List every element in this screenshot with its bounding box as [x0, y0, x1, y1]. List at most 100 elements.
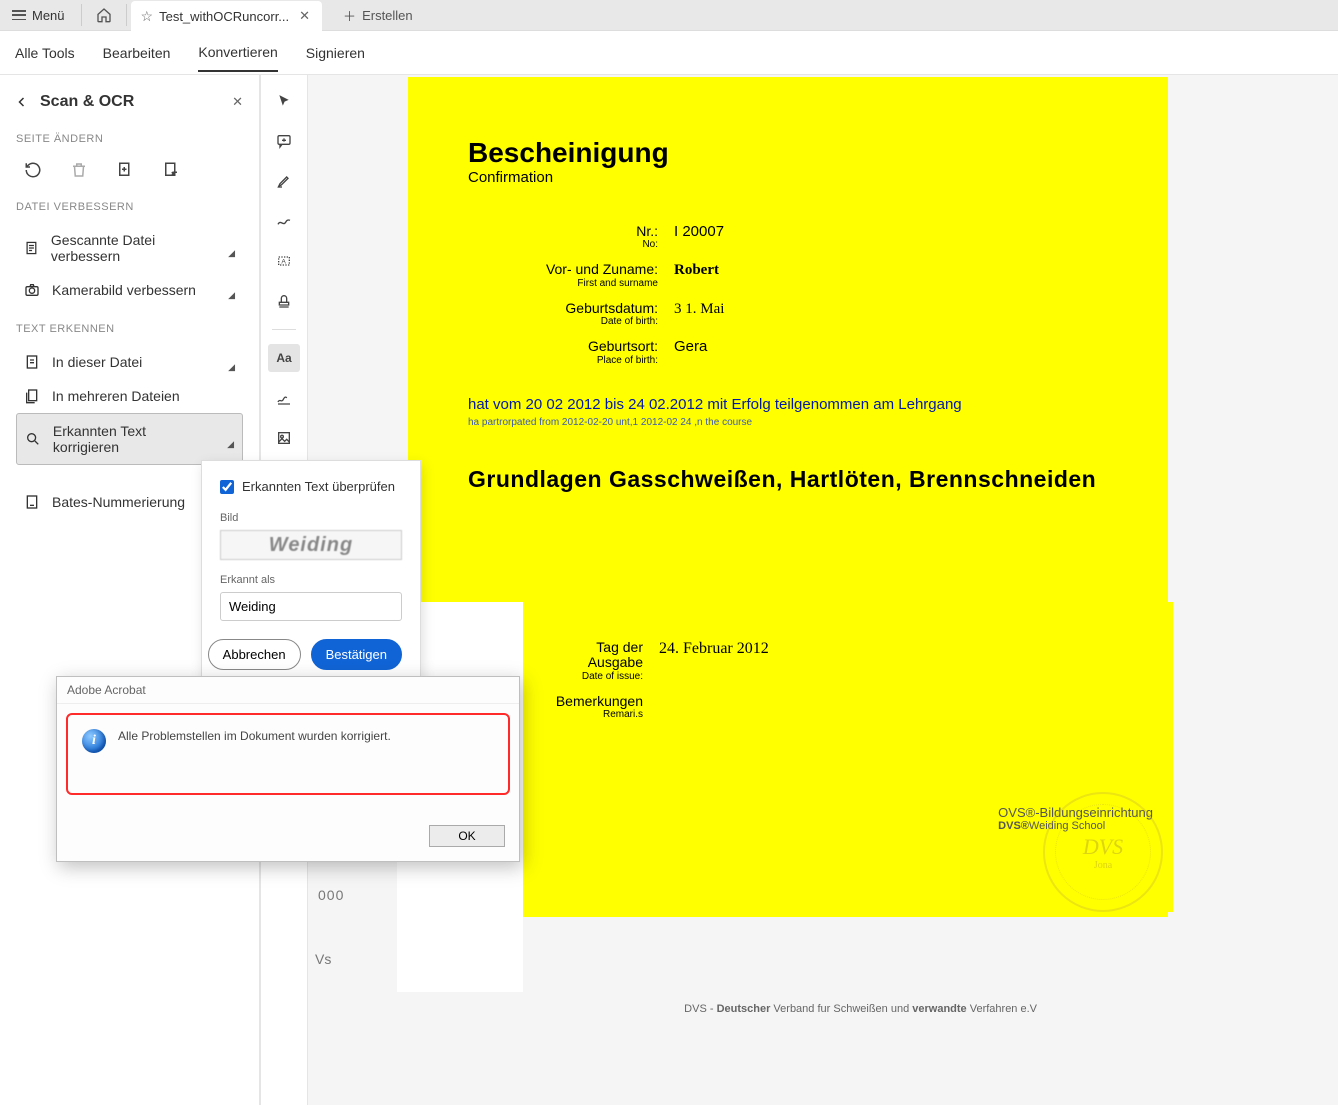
- toolbar: Alle Tools Bearbeiten Konvertieren Signi…: [0, 31, 1338, 75]
- recognize-multiple-label: In mehreren Dateien: [52, 388, 180, 404]
- back-icon[interactable]: [16, 96, 28, 108]
- review-checkbox[interactable]: [220, 480, 234, 494]
- toolbar-sign[interactable]: Signieren: [306, 35, 365, 71]
- cursor-tool[interactable]: [268, 87, 300, 115]
- issue-value: 24. Februar 2012: [659, 640, 769, 682]
- dialog-titlebar: Adobe Acrobat: [57, 677, 519, 704]
- new-tab-button[interactable]: ＋ Erstellen: [330, 2, 426, 28]
- document-scan-icon: [24, 240, 39, 256]
- document-tab[interactable]: ☆ Test_withOCRuncorr... ✕: [131, 1, 323, 32]
- divider: [126, 4, 127, 26]
- doc-heading: Bescheinigung: [468, 137, 1128, 169]
- improve-scanned[interactable]: Gescannte Datei verbessern ◢: [16, 223, 243, 273]
- section-change-page: SEITE ÄNDERN: [16, 133, 243, 145]
- close-panel-icon[interactable]: ✕: [232, 94, 243, 110]
- improve-scanned-label: Gescannte Datei verbessern: [51, 232, 216, 264]
- nr-value: I 20007: [674, 224, 724, 250]
- birth-label-en: Date of birth:: [468, 316, 658, 327]
- ocr-image-preview: Weiding: [220, 530, 402, 560]
- panel-title: Scan & OCR: [40, 93, 134, 111]
- divider: [81, 4, 82, 26]
- doc-subheading: Confirmation: [468, 169, 1128, 186]
- issue-label: Tag der Ausgabe: [588, 639, 643, 670]
- recognize-multiple-files[interactable]: In mehreren Dateien: [16, 379, 243, 413]
- home-icon: [96, 7, 112, 23]
- draw-tool[interactable]: [268, 207, 300, 235]
- chevron-icon: ◢: [228, 290, 235, 301]
- dialog-message: Alle Problemstellen im Dokument wurden k…: [118, 729, 391, 745]
- chevron-icon: ◢: [228, 248, 235, 259]
- text-tool[interactable]: Aa: [268, 344, 300, 372]
- menu-label: Menü: [32, 8, 65, 23]
- place-value: Gera: [674, 339, 707, 365]
- bates-icon: [24, 494, 40, 510]
- review-checkbox-row[interactable]: Erkannten Text überprüfen: [220, 479, 402, 494]
- titlebar: Menü ☆ Test_withOCRuncorr... ✕ ＋ Erstell…: [0, 0, 1338, 31]
- search-text-icon: [25, 431, 41, 447]
- rotate-icon[interactable]: [22, 159, 44, 181]
- nr-label-en: No:: [468, 239, 658, 250]
- para-de: hat vom 20 02 2012 bis 24 02.2012 mit Er…: [468, 396, 962, 413]
- document-viewport[interactable]: Bescheinigung Confirmation Nr.:No: I 200…: [308, 75, 1338, 1105]
- issue-label-en: Date of issue:: [553, 671, 643, 682]
- place-label-en: Place of birth:: [468, 355, 658, 366]
- delete-icon[interactable]: [68, 159, 90, 181]
- panel-header: Scan & OCR ✕: [16, 93, 243, 111]
- svg-text:A: A: [281, 259, 286, 266]
- place-label: Geburtsort:: [588, 338, 658, 354]
- comment-tool[interactable]: [268, 127, 300, 155]
- name-label: Vor- und Zuname:: [546, 261, 658, 277]
- document-page: Bescheinigung Confirmation Nr.:No: I 200…: [408, 77, 1168, 917]
- image-tool[interactable]: [268, 424, 300, 452]
- menu-button[interactable]: Menü: [0, 0, 77, 30]
- insert-page-icon[interactable]: [114, 159, 136, 181]
- star-icon: ☆: [141, 8, 154, 25]
- birth-value: 3 1. Mai: [674, 301, 724, 327]
- toolbar-convert[interactable]: Konvertieren: [198, 34, 277, 72]
- stamp-sub: Jona: [1094, 860, 1112, 871]
- name-label-en: First and surname: [468, 278, 658, 289]
- ok-button[interactable]: OK: [429, 825, 505, 847]
- signature-tool[interactable]: [268, 384, 300, 412]
- doc-footer: DVS - Deutscher Verband fur Schweißen un…: [523, 997, 1043, 1021]
- chevron-icon: ◢: [228, 362, 235, 373]
- recognize-this-label: In dieser Datei: [52, 354, 142, 370]
- close-icon[interactable]: ✕: [295, 8, 314, 24]
- improve-camera-label: Kamerabild verbessern: [52, 282, 196, 298]
- margin-text-2: Vs: [315, 951, 331, 967]
- remarks-label: Bemerkungen: [556, 693, 643, 709]
- toolbar-all-tools[interactable]: Alle Tools: [15, 35, 75, 71]
- review-checkbox-label: Erkannten Text überprüfen: [242, 479, 395, 494]
- margin-text-1: 000: [318, 887, 344, 903]
- files-icon: [24, 388, 40, 404]
- stamp-circle: DVS Jona: [1043, 792, 1163, 912]
- correct-text-label: Erkannten Text korrigieren: [53, 423, 215, 455]
- home-button[interactable]: [86, 0, 122, 30]
- plus-icon: ＋: [343, 6, 356, 25]
- recognize-this-file[interactable]: In dieser Datei ◢: [16, 345, 243, 379]
- recognized-input[interactable]: [220, 592, 402, 621]
- section-improve-file: DATEI VERBESSERN: [16, 201, 243, 213]
- highlight-tool[interactable]: [268, 167, 300, 195]
- extract-page-icon[interactable]: [160, 159, 182, 181]
- stamp-tool[interactable]: [268, 287, 300, 315]
- remarks-label-en: Remari.s: [553, 709, 643, 720]
- image-label: Bild: [220, 512, 402, 524]
- confirm-button[interactable]: Bestätigen: [311, 639, 402, 670]
- stamp-text: DVS: [1083, 834, 1123, 860]
- correct-recognized-text[interactable]: Erkannten Text korrigieren ◢: [16, 413, 243, 465]
- nr-label: Nr.:: [636, 223, 658, 239]
- birth-label: Geburtsdatum:: [565, 300, 658, 316]
- info-dialog: Adobe Acrobat i Alle Problemstellen im D…: [56, 676, 520, 862]
- toolbar-edit[interactable]: Bearbeiten: [103, 35, 171, 71]
- new-tab-label: Erstellen: [362, 8, 413, 23]
- text-box-tool[interactable]: A: [268, 247, 300, 275]
- doc-lower: Tag der AusgabeDate of issue: 24. Februa…: [523, 602, 1173, 912]
- tab-title: Test_withOCRuncorr...: [159, 9, 289, 24]
- cancel-button[interactable]: Abbrechen: [208, 639, 301, 670]
- section-recognize-text: TEXT ERKENNEN: [16, 323, 243, 335]
- page-change-icons: [16, 155, 243, 185]
- chevron-icon: ◢: [227, 439, 234, 450]
- course-title: Grundlagen Gasschweißen, Hartlöten, Bren…: [468, 466, 1128, 493]
- improve-camera[interactable]: Kamerabild verbessern ◢: [16, 273, 243, 307]
